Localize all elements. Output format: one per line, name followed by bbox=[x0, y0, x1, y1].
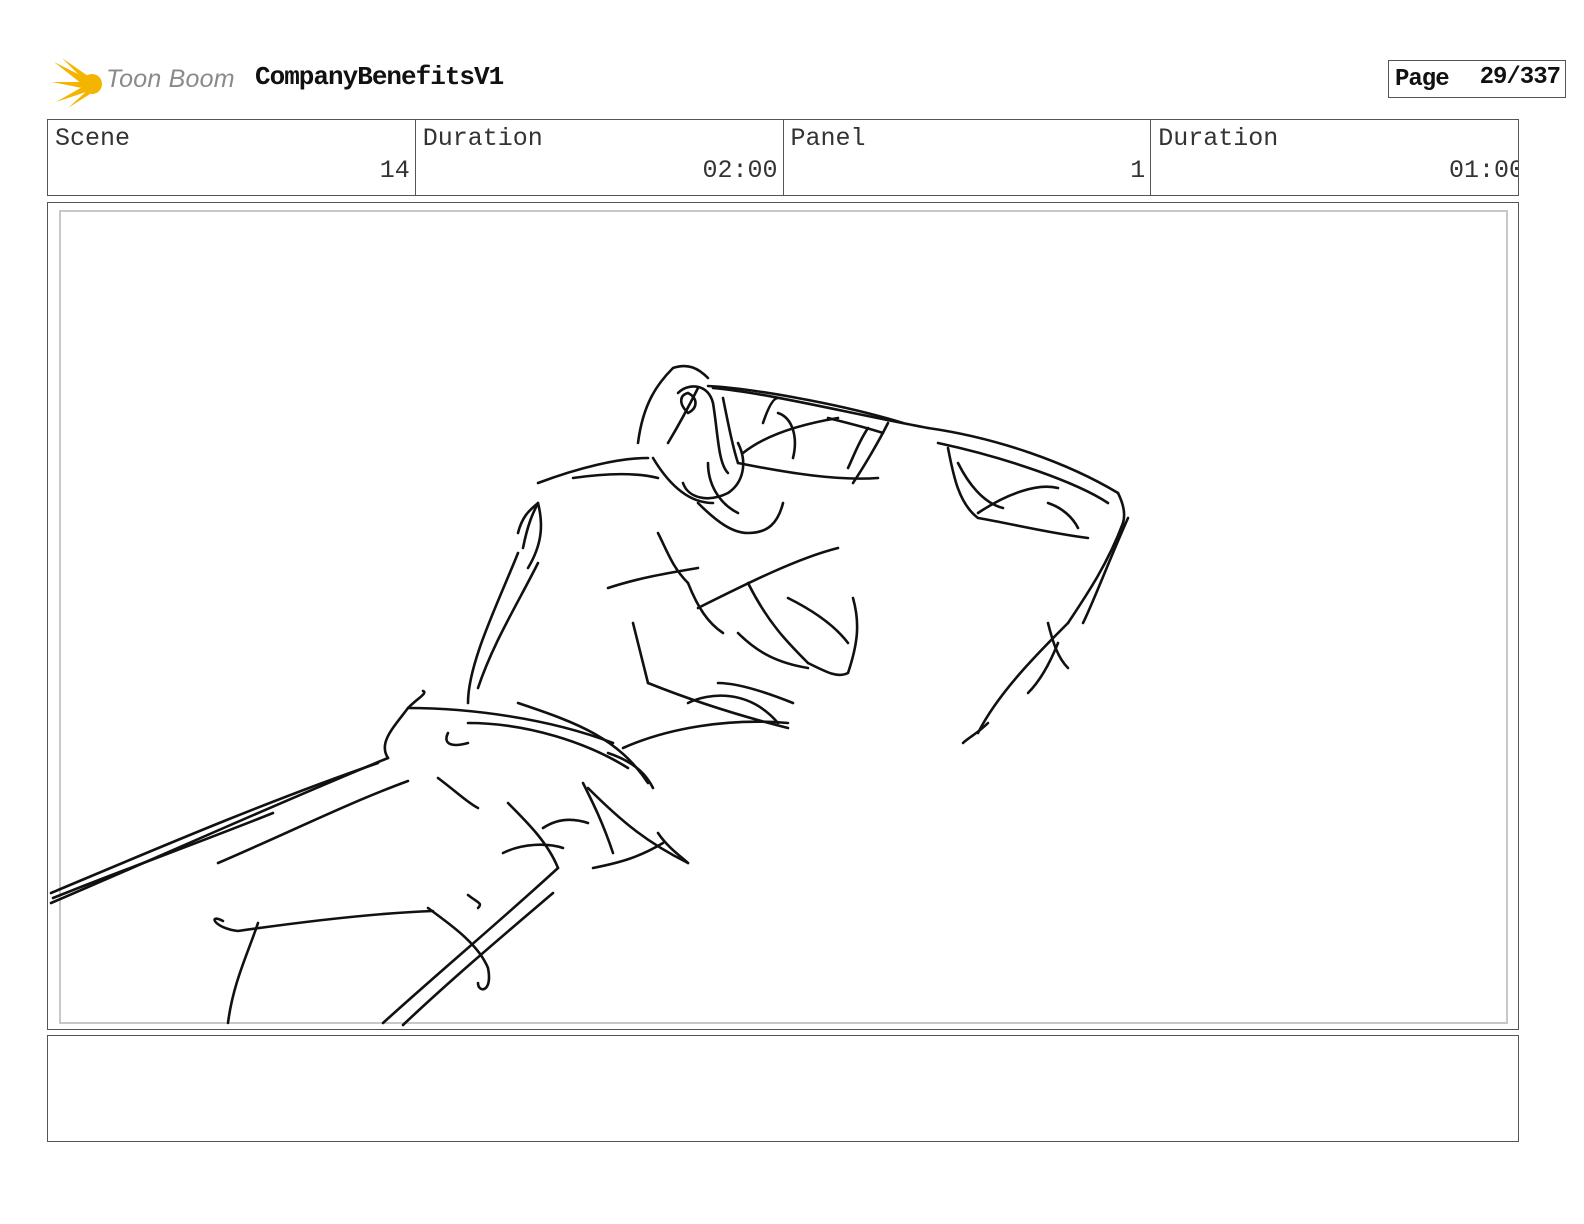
panel-notes-box bbox=[47, 1035, 1519, 1142]
panel-duration-cell: Duration 01:00 bbox=[1151, 120, 1518, 195]
project-title: CompanyBenefitsV1 bbox=[255, 62, 504, 92]
panel-cell: Panel 1 bbox=[784, 120, 1152, 195]
scene-label: Scene bbox=[55, 124, 131, 153]
page-label: Page bbox=[1395, 66, 1450, 93]
logo-text: Toon Boom bbox=[106, 65, 235, 93]
panel-sketch-drawing bbox=[49, 364, 1130, 1027]
scene-duration-label: Duration bbox=[422, 124, 543, 153]
panel-label: Panel bbox=[790, 124, 866, 153]
scene-duration-cell: Duration 02:00 bbox=[416, 120, 784, 195]
scene-cell: Scene 14 bbox=[48, 120, 416, 195]
panel-value: 1 bbox=[1130, 156, 1146, 185]
storyboard-panel bbox=[47, 202, 1519, 1030]
page-header: Toon Boom CompanyBenefitsV1 Page 29/337 bbox=[50, 52, 1566, 112]
panel-duration-label: Duration bbox=[1158, 124, 1279, 153]
toon-boom-logo: Toon Boom bbox=[52, 56, 242, 108]
page-indicator: Page 29/337 bbox=[1388, 60, 1566, 98]
page-number: 29/337 bbox=[1479, 64, 1561, 91]
scene-value: 14 bbox=[379, 156, 410, 185]
scene-duration-value: 02:00 bbox=[702, 156, 778, 185]
toon-boom-star-icon bbox=[52, 58, 102, 108]
panel-info-row: Scene 14 Duration 02:00 Panel 1 Duration… bbox=[47, 119, 1519, 196]
panel-duration-value: 01:00 bbox=[1448, 156, 1518, 185]
